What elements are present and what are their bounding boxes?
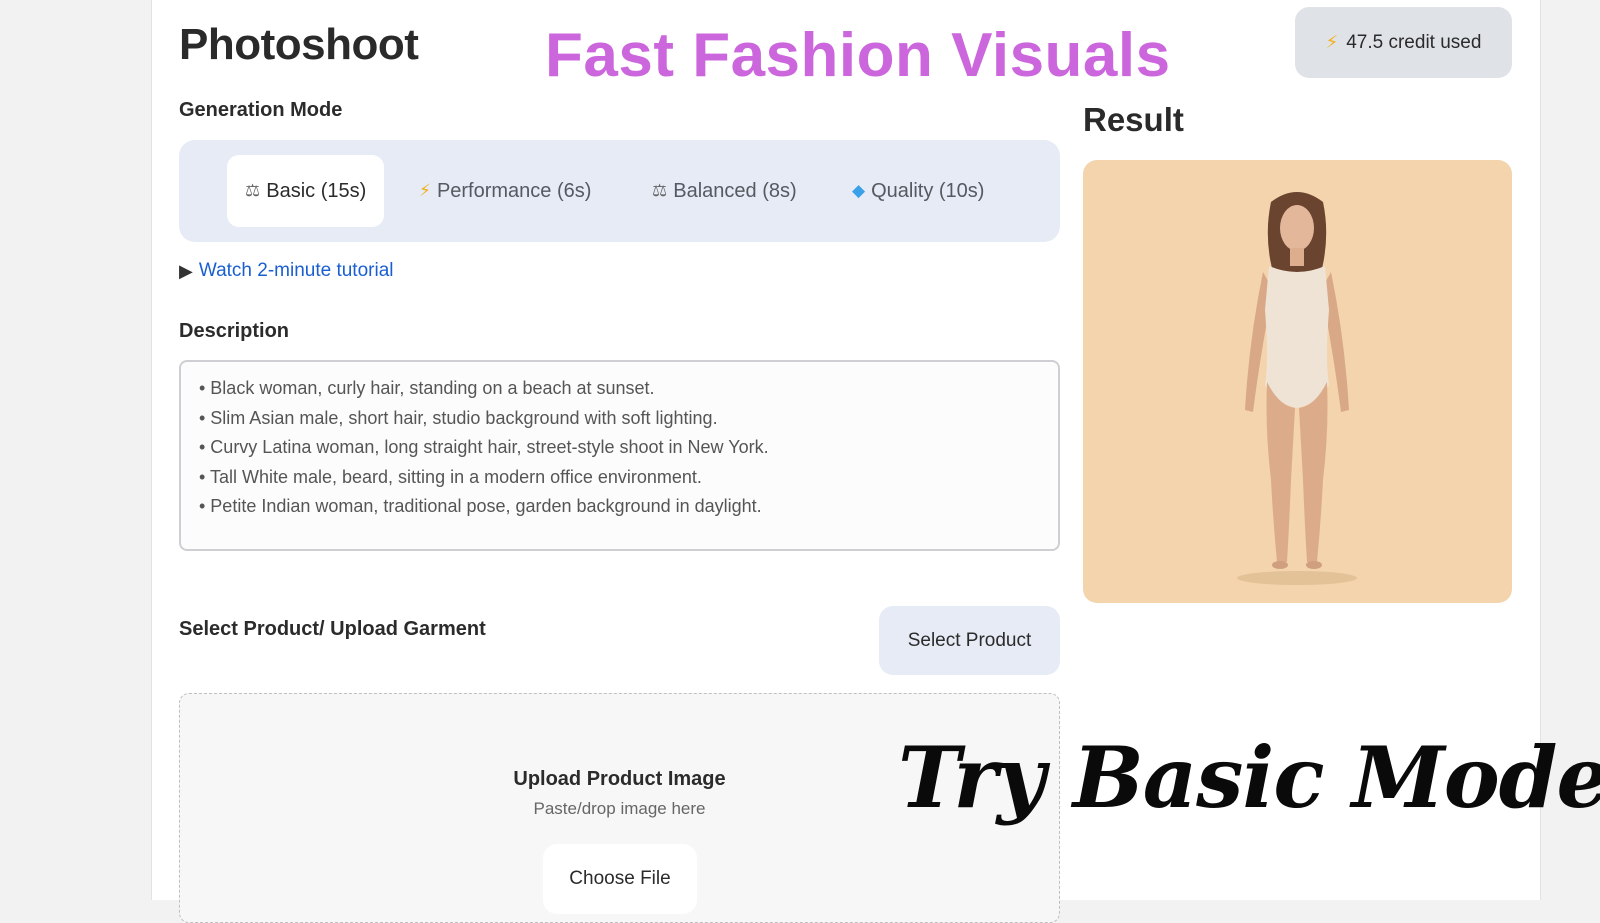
description-line: • Tall White male, beard, sitting in a m…	[199, 466, 702, 487]
description-line: • Black woman, curly hair, standing on a…	[199, 378, 655, 398]
video-camera-icon: ▶	[179, 260, 193, 281]
tutorial-link[interactable]: Watch 2-minute tutorial	[199, 260, 394, 282]
choose-file-button[interactable]: Choose File	[543, 844, 697, 914]
scale-icon: ⚖	[652, 181, 668, 200]
tab-basic[interactable]: ⚖ Basic (15s)	[227, 155, 385, 227]
tab-performance-label: Performance (6s)	[436, 179, 592, 202]
credit-badge: ⚡ 47.5 credit used	[1295, 7, 1512, 78]
scale-icon: ⚖	[245, 181, 261, 200]
bolt-icon: ⚡	[1325, 32, 1339, 52]
description-line: • Slim Asian male, short hair, studio ba…	[199, 407, 718, 428]
page-title: Photoshoot	[179, 20, 419, 69]
description-label: Description	[179, 320, 290, 342]
result-title: Result	[1083, 101, 1184, 138]
tab-balanced[interactable]: ⚖ Balanced (8s)	[634, 155, 815, 227]
gem-icon: ◆	[852, 181, 866, 200]
generation-mode-selector: ⚖ Basic (15s) ⚡ Performance (6s) ⚖ Balan…	[179, 140, 1060, 242]
tab-quality-label: Quality (10s)	[871, 179, 985, 202]
model-figure	[1237, 192, 1357, 585]
description-textarea[interactable]: • Black woman, curly hair, standing on a…	[179, 360, 1060, 551]
bolt-icon: ⚡	[419, 181, 431, 200]
generation-mode-label: Generation Mode	[179, 99, 343, 121]
tutorial-row: ▶ Watch 2-minute tutorial	[179, 260, 394, 282]
tab-balanced-label: Balanced (8s)	[673, 179, 797, 202]
description-line: • Curvy Latina woman, long straight hair…	[199, 437, 769, 457]
select-product-button[interactable]: Select Product	[879, 606, 1060, 675]
tab-quality[interactable]: ◆ Quality (10s)	[834, 155, 1002, 227]
product-section-label: Select Product/ Upload Garment	[179, 618, 486, 640]
tab-basic-label: Basic (15s)	[266, 179, 367, 202]
credit-label: 47.5 credit used	[1346, 31, 1482, 53]
tab-performance[interactable]: ⚡ Performance (6s)	[401, 155, 609, 227]
overlay-cta: Try Basic Mode	[898, 728, 1600, 827]
overlay-title: Fast Fashion Visuals	[545, 21, 1171, 90]
description-line: • Petite Indian woman, traditional pose,…	[199, 496, 762, 516]
result-image	[1083, 160, 1512, 603]
